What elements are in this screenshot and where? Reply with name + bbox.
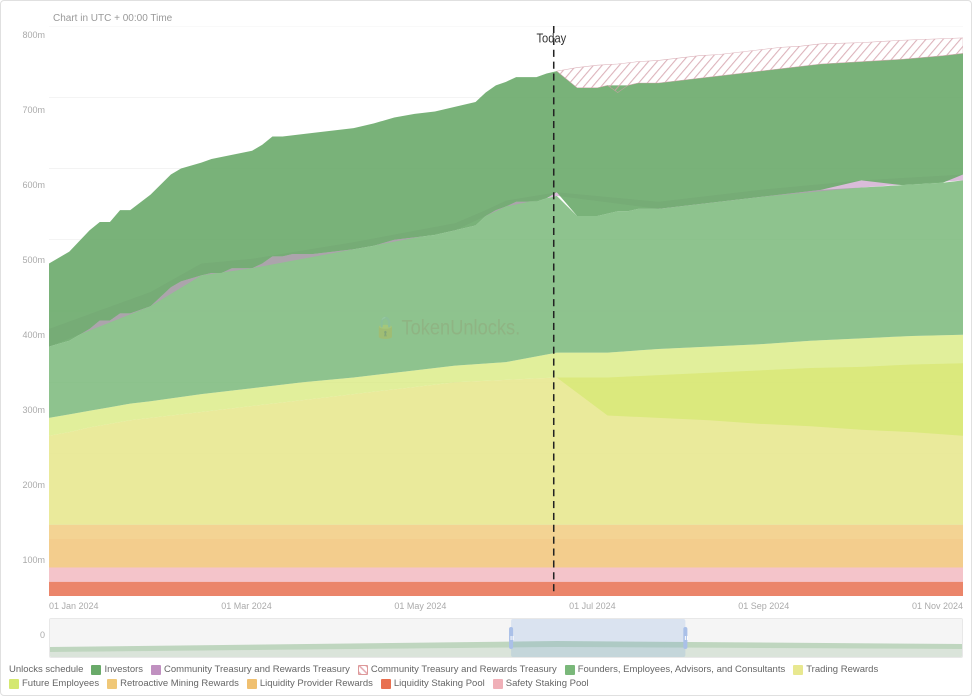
liquidity-provider-label: Liquidity Provider Rewards <box>260 678 373 689</box>
retroactive-label: Retroactive Mining Rewards <box>120 678 239 689</box>
chart-area: 0 100m 200m 300m 400m 500m 600m 700m 800… <box>9 26 963 660</box>
trading-rewards-label: Trading Rewards <box>806 664 878 675</box>
legend-community-treasury-hatched: Community Treasury and Rewards Treasury <box>358 664 557 675</box>
main-chart: Today 🔒 TokenUnlocks. <box>49 26 963 596</box>
liquidity-staking-label: Liquidity Staking Pool <box>394 678 485 689</box>
legend-liquidity-staking: Liquidity Staking Pool <box>381 678 485 689</box>
founders-label: Founders, Employees, Advisors, and Consu… <box>578 664 786 675</box>
y-label-500: 500m <box>9 255 49 265</box>
investors-label: Investors <box>104 664 143 675</box>
legend-future-employees: Future Employees <box>9 678 99 689</box>
unlocks-schedule-label: Unlocks schedule <box>9 664 83 675</box>
y-label-400: 400m <box>9 330 49 340</box>
retroactive-color <box>107 679 117 689</box>
x-label-sep: 01 Sep 2024 <box>738 601 789 611</box>
trading-rewards-color <box>793 665 803 675</box>
y-label-100: 100m <box>9 555 49 565</box>
legend-retroactive: Retroactive Mining Rewards <box>107 678 239 689</box>
community-treasury-color <box>151 665 161 675</box>
minimap[interactable] <box>49 618 963 658</box>
safety-staking-label: Safety Staking Pool <box>506 678 589 689</box>
y-axis: 0 100m 200m 300m 400m 500m 600m 700m 800… <box>9 26 49 660</box>
safety-staking-color <box>493 679 503 689</box>
y-label-0: 0 <box>9 630 49 640</box>
x-axis: 01 Jan 2024 01 Mar 2024 01 May 2024 01 J… <box>49 596 963 616</box>
liquidity-provider-color <box>247 679 257 689</box>
founders-color <box>565 665 575 675</box>
investors-color <box>91 665 101 675</box>
x-label-may: 01 May 2024 <box>394 601 446 611</box>
chart-title: Chart in UTC + 00:00 Time <box>9 9 963 26</box>
x-label-jul: 01 Jul 2024 <box>569 601 616 611</box>
legend-liquidity-provider: Liquidity Provider Rewards <box>247 678 373 689</box>
legend-investors: Investors <box>91 664 143 675</box>
legend-founders: Founders, Employees, Advisors, and Consu… <box>565 664 786 675</box>
community-treasury-hatched-color <box>358 665 368 675</box>
y-label-800: 800m <box>9 30 49 40</box>
future-employees-label: Future Employees <box>22 678 99 689</box>
svg-text:🔒 TokenUnlocks.: 🔒 TokenUnlocks. <box>374 316 520 340</box>
x-label-jan: 01 Jan 2024 <box>49 601 99 611</box>
y-label-600: 600m <box>9 180 49 190</box>
svg-text:Today: Today <box>536 31 567 46</box>
chart-right: Today 🔒 TokenUnlocks. 01 Jan 2024 01 Mar… <box>49 26 963 660</box>
community-treasury-label: Community Treasury and Rewards Treasury <box>164 664 350 675</box>
chart-container: Chart in UTC + 00:00 Time 0 100m 200m 30… <box>0 0 972 696</box>
legend-safety-staking: Safety Staking Pool <box>493 678 589 689</box>
x-label-nov: 01 Nov 2024 <box>912 601 963 611</box>
y-label-300: 300m <box>9 405 49 415</box>
community-treasury-hatched-label: Community Treasury and Rewards Treasury <box>371 664 557 675</box>
future-employees-color <box>9 679 19 689</box>
legend-unlocks-schedule: Unlocks schedule <box>9 664 83 675</box>
y-label-700: 700m <box>9 105 49 115</box>
legend-trading-rewards: Trading Rewards <box>793 664 878 675</box>
legend-community-treasury: Community Treasury and Rewards Treasury <box>151 664 350 675</box>
legend: Unlocks schedule Investors Community Tre… <box>9 660 963 691</box>
liquidity-staking-color <box>381 679 391 689</box>
x-label-mar: 01 Mar 2024 <box>221 601 272 611</box>
y-label-200: 200m <box>9 480 49 490</box>
